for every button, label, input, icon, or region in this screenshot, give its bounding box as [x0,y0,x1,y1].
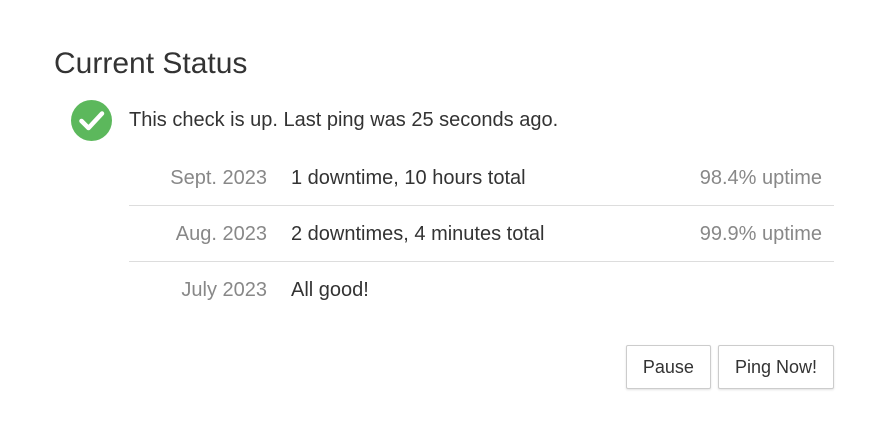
history-month: Sept. 2023 [170,166,267,189]
page-title: Current Status [54,47,248,80]
pause-button[interactable]: Pause [625,345,711,389]
ping-now-button[interactable]: Ping Now! [717,345,834,389]
history-description: 2 downtimes, 4 minutes total [291,222,545,245]
action-buttons: Pause Ping Now! [625,345,834,389]
history-row: July 2023 All good! [129,262,834,317]
history-row: Sept. 2023 1 downtime, 10 hours total 98… [129,150,834,206]
status-message: This check is up. Last ping was 25 secon… [129,109,559,131]
history-row: Aug. 2023 2 downtimes, 4 minutes total 9… [129,206,834,262]
history-description: All good! [291,278,369,301]
history-month: Aug. 2023 [175,222,267,245]
current-status: This check is up. Last ping was 25 secon… [71,100,558,141]
history-uptime: 99.9% uptime [699,222,822,245]
history-uptime: 98.4% uptime [699,166,822,189]
history-description: 1 downtime, 10 hours total [291,166,526,189]
check-circle-icon [71,100,112,141]
downtime-history: Sept. 2023 1 downtime, 10 hours total 98… [129,150,834,317]
history-month: July 2023 [181,278,267,301]
